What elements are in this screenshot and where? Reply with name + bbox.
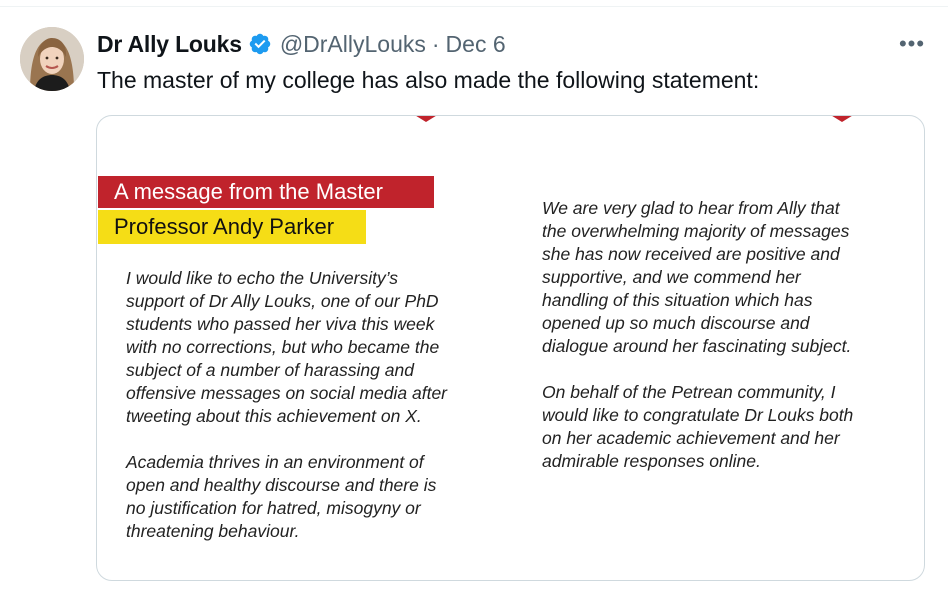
statement-line: Academia thrives in an environment of [126, 452, 424, 472]
statement-right-column: We are very glad to hear from Ally that … [542, 197, 853, 473]
decorative-crest-mark-icon [416, 116, 436, 122]
tweet-header: Dr Ally Louks @DrAllyLouks · Dec 6 [97, 30, 506, 58]
statement-line: she has now received are positive and [542, 244, 840, 264]
statement-line: We are very glad to hear from Ally that [542, 198, 840, 218]
statement-line: tweeting about this achievement on X. [126, 406, 422, 426]
verified-badge-icon[interactable] [248, 32, 272, 56]
statement-line: would like to congratulate Dr Louks both [542, 405, 854, 425]
statement-paragraph: Academia thrives in an environment of op… [126, 451, 447, 543]
statement-line: opened up so much discourse and [542, 313, 810, 333]
statement-line: open and healthy discourse and there is [126, 475, 437, 495]
tweet-date[interactable]: Dec 6 [446, 31, 506, 58]
avatar[interactable] [20, 27, 84, 91]
statement-paragraph: On behalf of the Petrean community, I wo… [542, 381, 853, 473]
tweet-text: The master of my college has also made t… [97, 67, 760, 93]
header-separator: · [431, 30, 440, 57]
statement-line: the overwhelming majority of messages [542, 221, 850, 241]
statement-line: supportive, and we commend her [542, 267, 801, 287]
statement-line: students who passed her viva this week [126, 314, 435, 334]
statement-line: support of Dr Ally Louks, one of our PhD [126, 291, 439, 311]
author-display-name[interactable]: Dr Ally Louks [97, 31, 242, 58]
more-options-icon[interactable]: ••• [896, 31, 928, 56]
statement-line: on her academic achievement and her [542, 428, 840, 448]
statement-line: handling of this situation which has [542, 290, 813, 310]
statement-left-column: I would like to echo the University’s su… [126, 267, 447, 543]
statement-line: On behalf of the Petrean community, I [542, 382, 836, 402]
statement-line: subject of a number of harassing and [126, 360, 414, 380]
more-options-label: ••• [898, 31, 926, 56]
decorative-crest-mark-icon [832, 116, 852, 122]
statement-line: no justification for hatred, misogyny or [126, 498, 421, 518]
statement-line: offensive messages on social media after [126, 383, 447, 403]
statement-banner-name: Professor Andy Parker [98, 210, 366, 244]
tweet-media-image[interactable]: A message from the Master Professor Andy… [96, 115, 925, 581]
statement-image: A message from the Master Professor Andy… [97, 116, 924, 580]
statement-banner-title: A message from the Master [98, 176, 434, 208]
statement-line: with no corrections, but who became the [126, 337, 440, 357]
author-handle[interactable]: @DrAllyLouks [280, 31, 426, 58]
statement-paragraph: I would like to echo the University’s su… [126, 267, 447, 428]
tweet[interactable]: Dr Ally Louks @DrAllyLouks · Dec 6 ••• T… [0, 0, 948, 590]
statement-line: threatening behaviour. [126, 521, 300, 541]
statement-paragraph: We are very glad to hear from Ally that … [542, 197, 853, 358]
statement-line: admirable responses online. [542, 451, 761, 471]
statement-line: I would like to echo the University’s [126, 268, 399, 288]
avatar-portrait-icon [20, 27, 84, 91]
statement-line: dialogue around her fascinating subject. [542, 336, 852, 356]
